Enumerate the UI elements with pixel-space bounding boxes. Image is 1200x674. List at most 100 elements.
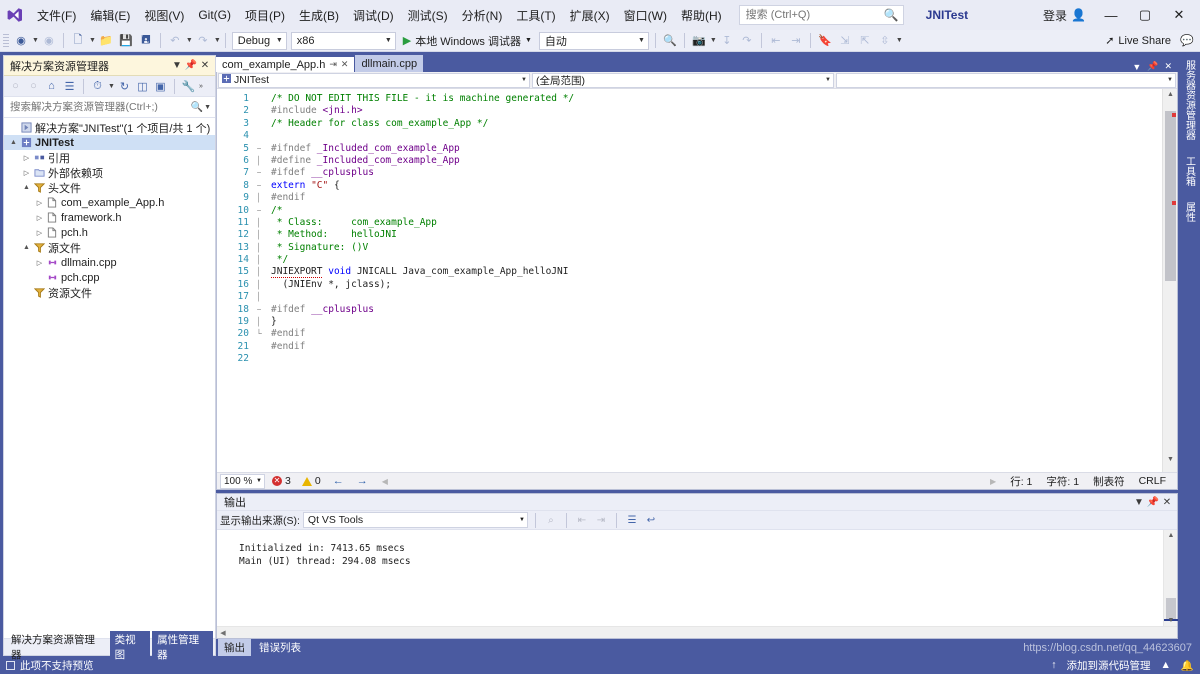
fold-marker[interactable]: − [253,205,265,217]
vtab-properties[interactable]: 属性 [1180,198,1199,226]
scroll-down-icon[interactable]: ▼ [1163,456,1177,470]
properties-icon[interactable]: 🔧 [180,78,197,95]
expander-icon[interactable]: ▲ [21,244,32,251]
nav-scope-combo[interactable]: (全局范围) ▼ [532,72,834,88]
panel-menu-icon[interactable]: ▼ [1132,495,1146,509]
show-all-files-icon[interactable]: ▣ [152,78,169,95]
expander-icon[interactable]: ▷ [34,259,45,267]
back-icon[interactable]: ○ [7,78,24,95]
fold-marker[interactable]: │ [253,316,265,328]
tree-item-[interactable]: ▷ 引用 [4,150,215,165]
zoom-combo[interactable]: 100 % ▼ [220,473,265,489]
fold-marker[interactable] [253,93,265,105]
notifications-icon[interactable]: 🔔 [1181,659,1194,672]
scrollbar-thumb[interactable] [1165,111,1176,281]
line-ending[interactable]: CRLF [1139,475,1166,487]
indent-mode[interactable]: 制表符 [1093,474,1125,489]
solution-explorer-search[interactable]: 🔍 ▼ [4,97,215,118]
pin-icon[interactable]: 📌 [184,59,198,73]
output-vertical-scrollbar[interactable]: ▲ ▼ [1163,530,1178,626]
menu-item-file[interactable]: 文件(F) [30,3,83,28]
document-tab-com-example-app-h[interactable]: com_example_App.h ⇥ ✕ [216,55,356,72]
output-body[interactable]: Initialized in: 7413.65 msecs Main (UI) t… [217,530,1178,626]
start-debugging-button[interactable]: ▶ 本地 Windows 调试器 ▼ [398,33,537,49]
global-search-box[interactable]: 🔍 [738,5,904,25]
tree-item-[interactable]: ▲ 源文件 [4,240,215,255]
fold-marker[interactable]: │ [253,242,265,254]
fold-marker[interactable]: │ [253,155,265,167]
screenshot-icon[interactable]: 📷 [690,32,708,50]
indent-decrease-icon[interactable]: ⇤ [767,32,785,50]
nav-project-combo[interactable]: JNITest ▼ [218,72,530,88]
hscroll-right-icon[interactable]: ▶ [990,477,996,486]
code-text[interactable]: /* DO NOT EDIT THIS FILE - it is machine… [265,89,1162,472]
navigate-back-button[interactable]: ← [328,475,349,487]
screenshot-dropdown-icon[interactable]: ▼ [710,37,717,44]
menu-item-git[interactable]: Git(G) [191,4,238,26]
pin-icon[interactable]: 📌 [1147,61,1158,72]
document-tab-dllmain-cpp[interactable]: dllmain.cpp [355,55,425,72]
new-project-dropdown-icon[interactable]: ▼ [89,37,96,44]
solution-platform-combo[interactable]: x86 ▼ [290,31,396,50]
redo-dropdown-icon[interactable]: ▼ [214,37,221,44]
se-overflow-icon[interactable]: » [199,83,203,90]
warning-count-indicator[interactable]: 0 [298,475,325,487]
save-icon[interactable]: 💾 [117,32,135,50]
previous-bookmark-icon[interactable]: ⇱ [856,32,874,50]
tab-error-list[interactable]: 错误列表 [253,639,307,656]
tree-item-com_example_app.h[interactable]: ▷ com_example_App.h [4,195,215,210]
menu-item-build[interactable]: 生成(B) [292,3,346,28]
close-icon[interactable]: ✕ [1160,495,1174,509]
fold-marker[interactable]: └ [253,328,265,340]
sign-in-button[interactable]: 登录 👤 [1035,5,1094,26]
tree-item-jnitest[interactable]: ▲ JNITest [4,135,215,150]
toggle-word-wrap-icon[interactable]: ↩ [643,512,659,528]
menu-item-tools[interactable]: 工具(T) [509,3,562,28]
pending-changes-icon[interactable]: ⏱ [89,78,106,95]
navigate-forward-icon[interactable]: ◉ [40,32,58,50]
go-to-previous-message-icon[interactable]: ⇤ [574,512,590,528]
find-in-files-icon[interactable]: 🔍 [661,32,679,50]
error-count-indicator[interactable]: ✕ 3 [268,475,295,487]
pending-changes-dropdown-icon[interactable]: ▼ [108,83,115,90]
toolbar-overflow-icon[interactable]: ▼ [896,37,903,44]
undo-dropdown-icon[interactable]: ▼ [186,37,193,44]
tab-output[interactable]: 输出 [218,639,251,656]
clear-bookmarks-icon[interactable]: ⇳ [876,32,894,50]
nav-member-combo[interactable]: ▼ [836,72,1176,88]
expander-icon[interactable]: ▷ [34,214,45,222]
search-input[interactable] [743,6,882,24]
redo-icon[interactable]: ↷ [194,32,212,50]
maximize-button[interactable]: ▢ [1128,2,1162,28]
panel-menu-icon[interactable]: ▼ [170,59,184,73]
minimize-button[interactable]: — [1094,2,1128,28]
menu-item-project[interactable]: 项目(P) [238,3,292,28]
fold-marker[interactable]: │ [253,229,265,241]
navigate-backward-icon[interactable]: ◉ [12,32,30,50]
fold-marker[interactable]: − [253,304,265,316]
fold-marker[interactable] [253,105,265,117]
menu-item-help[interactable]: 帮助(H) [674,3,729,28]
scroll-down-icon[interactable]: ▼ [1164,617,1178,624]
collapse-all-icon[interactable]: ◫ [134,78,151,95]
fold-marker[interactable]: │ [253,279,265,291]
hscroll-left-icon[interactable]: ◀ [376,477,388,486]
save-all-icon[interactable]: 🖪 [137,32,155,50]
scroll-up-icon[interactable]: ▲ [1164,532,1178,539]
tab-solution-explorer[interactable]: 解决方案资源管理器 [6,631,108,663]
tree-item-[interactable]: ▷ 外部依赖项 [4,165,215,180]
debug-target-combo[interactable]: 自动 ▼ [538,31,649,50]
home-icon[interactable]: ⌂ [43,78,60,95]
go-to-next-message-icon[interactable]: ⇥ [593,512,609,528]
refresh-icon[interactable]: ↻ [116,78,133,95]
bookmark-icon[interactable]: 🔖 [816,32,834,50]
clear-all-icon[interactable]: ☰ [624,512,640,528]
scroll-up-icon[interactable]: ▲ [1163,91,1177,105]
output-source-combo[interactable]: Qt VS Tools ▼ [302,512,528,528]
fold-marker[interactable]: │ [253,266,265,278]
undo-icon[interactable]: ↶ [166,32,184,50]
forward-icon[interactable]: ○ [25,78,42,95]
code-area[interactable]: 1 2 3 4 5 6 7 8 9 10 11 12 13 14 15 16 17 18 19 20 21 22 − │ − −… [217,89,1177,472]
search-options-icon[interactable]: ▼ [204,104,211,111]
menu-item-extensions[interactable]: 扩展(X) [563,3,617,28]
